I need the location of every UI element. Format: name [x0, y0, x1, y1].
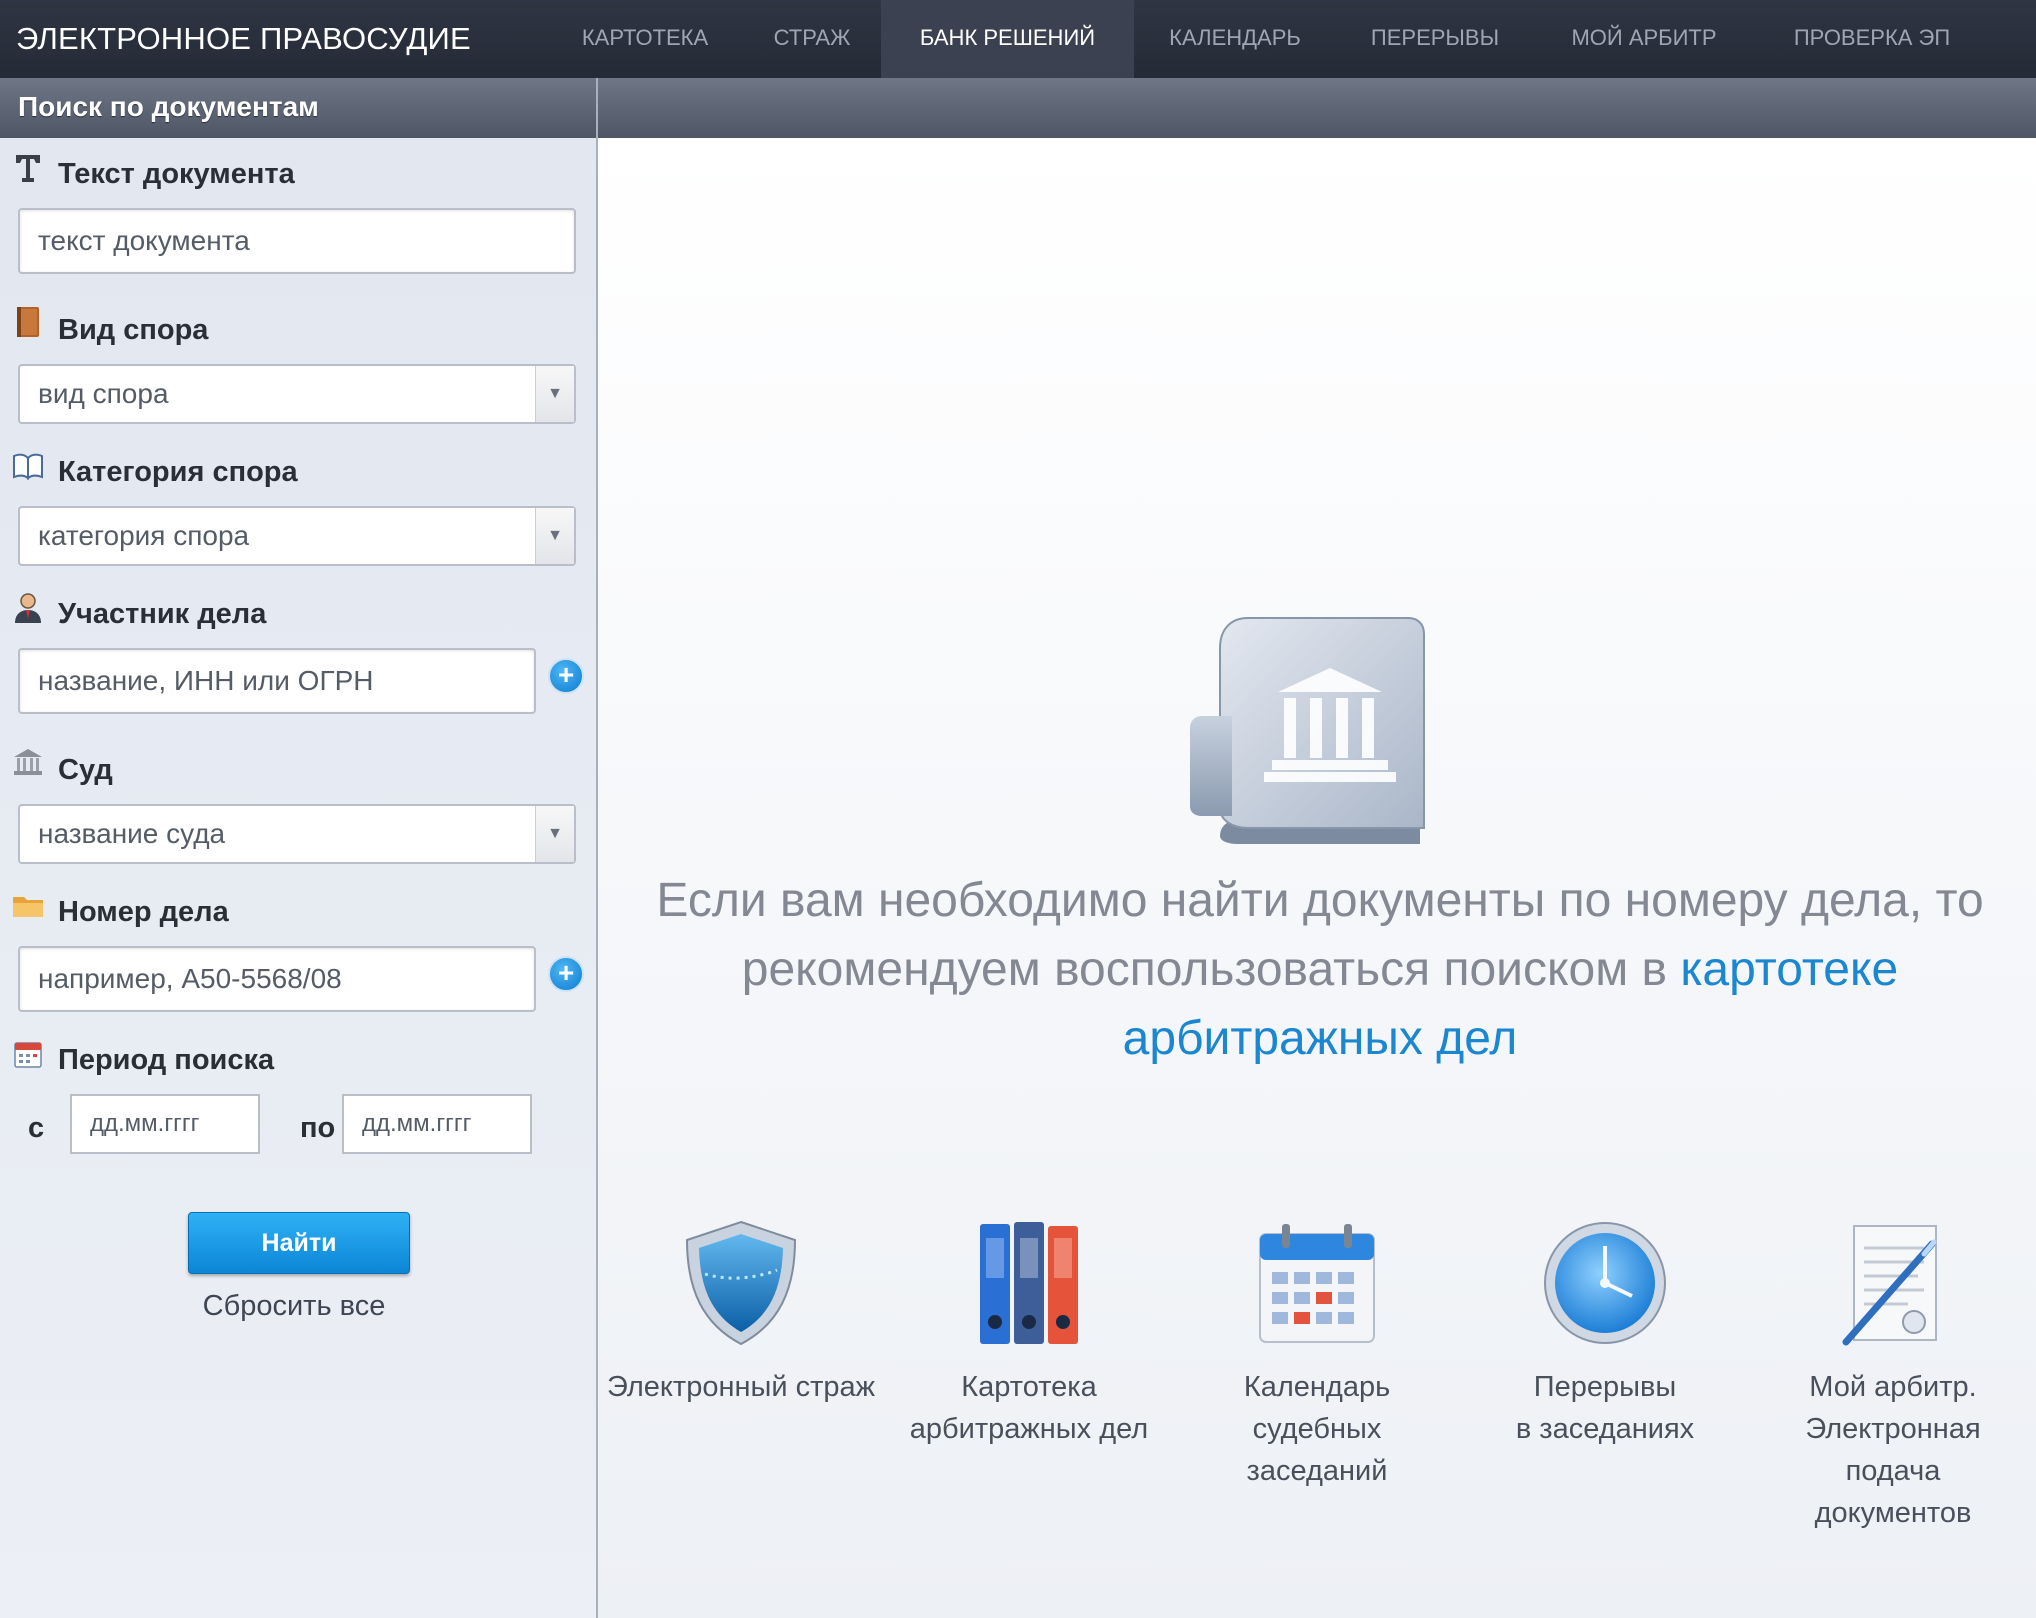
tile-label: Календарь судебных заседаний [1243, 1371, 1391, 1487]
courthouse-icon [12, 746, 44, 778]
site-brand[interactable]: ЭЛЕКТРОННОЕ ПРАВОСУДИЕ [16, 0, 471, 78]
dispute-type-select[interactable]: вид спора ▼ [18, 364, 576, 424]
period-to-input[interactable] [342, 1094, 532, 1154]
calendar-icon [12, 1038, 44, 1070]
chevron-down-icon[interactable]: ▼ [535, 366, 574, 422]
case-number-input[interactable] [18, 946, 536, 1012]
dispute-type-value: вид спора [38, 378, 169, 409]
reset-all-link[interactable]: Сбросить все [0, 1290, 588, 1323]
tile-case-files[interactable]: Картотека арбитражных дел [884, 1210, 1174, 1450]
period-from-label: с [28, 1112, 45, 1144]
nav-item-moy-arbitr[interactable]: МОЙ АРБИТР [1556, 0, 1732, 78]
hero-message: Если вам необходимо найти документы по н… [630, 866, 2010, 1073]
folder-icon [12, 890, 44, 922]
period-from-input[interactable] [70, 1094, 260, 1154]
clock-icon [1460, 1210, 1750, 1348]
top-navigation-bar: ЭЛЕКТРОННОЕ ПРАВОСУДИЕ КАРТОТЕКА СТРАЖ Б… [0, 0, 2036, 78]
doc-text-input[interactable] [18, 208, 576, 274]
nav-item-kalendar[interactable]: КАЛЕНДАРЬ [1150, 0, 1320, 78]
dispute-category-select[interactable]: категория спора ▼ [18, 506, 576, 566]
nav-item-strazh[interactable]: СТРАЖ [752, 0, 872, 78]
section-header-bar: Поиск по документам [0, 78, 2036, 138]
document-bank-icon [1180, 608, 1460, 863]
chevron-down-icon[interactable]: ▼ [535, 806, 574, 862]
add-participant-button[interactable]: + [548, 658, 584, 694]
doc-text-label: Текст документа [58, 158, 295, 190]
find-button[interactable]: Найти [188, 1212, 410, 1274]
text-t-icon [12, 152, 44, 184]
binders-icon [884, 1210, 1174, 1348]
tile-label: Перерывы в заседаниях [1515, 1371, 1695, 1445]
search-sidebar: Текст документа Вид спора вид спора ▼ Ка… [0, 138, 598, 1618]
court-select[interactable]: название суда ▼ [18, 804, 576, 864]
panel-divider [596, 78, 598, 138]
shield-icon [596, 1210, 886, 1348]
tile-breaks[interactable]: Перерывы в заседаниях [1460, 1210, 1750, 1450]
user-icon [12, 592, 44, 624]
case-number-label: Номер дела [58, 896, 229, 928]
tile-label: Мой арбитр. Электронная подача документов [1805, 1371, 1981, 1529]
tile-label: Электронный страж [606, 1371, 876, 1403]
nav-item-pereryvy[interactable]: ПЕРЕРЫВЫ [1352, 0, 1518, 78]
participant-input[interactable] [18, 648, 536, 714]
open-book-icon [12, 450, 44, 482]
participant-label: Участник дела [58, 598, 267, 630]
period-label: Период поиска [58, 1044, 275, 1076]
dispute-category-value: категория спора [38, 520, 250, 551]
tile-electronic-guard[interactable]: Электронный страж [596, 1210, 886, 1408]
book-icon [12, 306, 44, 338]
search-panel-title: Поиск по документам [18, 91, 319, 122]
court-label: Суд [58, 754, 113, 786]
nav-item-kartoteka[interactable]: КАРТОТЕКА [562, 0, 728, 78]
dispute-category-label: Категория спора [58, 456, 298, 488]
chevron-down-icon[interactable]: ▼ [535, 508, 574, 564]
tile-label: Картотека арбитражных дел [909, 1371, 1149, 1445]
document-pen-icon [1748, 1210, 2036, 1348]
add-case-number-button[interactable]: + [548, 956, 584, 992]
tile-my-arbiter[interactable]: Мой арбитр. Электронная подача документов [1748, 1210, 2036, 1534]
court-value: название суда [38, 818, 226, 849]
dispute-type-label: Вид спора [58, 314, 209, 346]
period-to-label: по [300, 1112, 336, 1144]
nav-item-proverka-ep[interactable]: ПРОВЕРКА ЭП [1782, 0, 1962, 78]
tile-court-calendar[interactable]: Календарь судебных заседаний [1172, 1210, 1462, 1492]
calendar-icon [1172, 1210, 1462, 1348]
nav-item-bank-resheniy[interactable]: БАНК РЕШЕНИЙ [881, 0, 1134, 78]
